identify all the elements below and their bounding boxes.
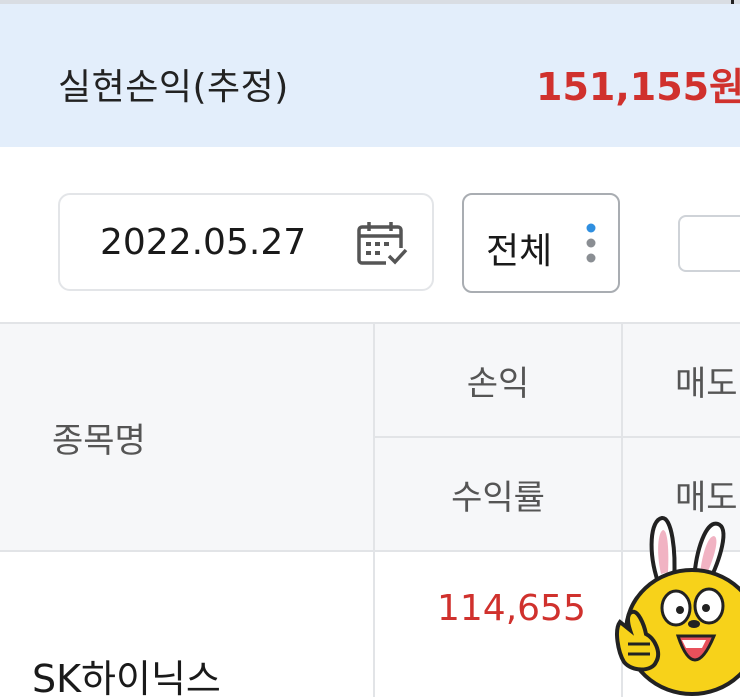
column-header-return-rate-label: 수익률 <box>451 477 545 518</box>
stock-name-cell: SK하이닉스 <box>32 657 221 697</box>
column-header-sell-1-label: 매도 <box>675 363 738 404</box>
pnl-cell: 114,655 <box>437 588 586 629</box>
realized-pnl-screen: 실현손익(추정) 151,155원 2022.05.27 전체 종목명 손익 수… <box>0 0 740 697</box>
summary-label: 실현손익(추정) <box>58 67 289 108</box>
summary-bar: 실현손익(추정) 151,155원 <box>0 4 740 147</box>
summary-value: 151,155원 <box>536 65 740 109</box>
column-divider-1 <box>373 322 375 697</box>
table-top-border <box>0 322 740 324</box>
date-value: 2022.05.27 <box>100 222 307 263</box>
option-checkbox[interactable] <box>678 215 740 272</box>
column-header-return-rate: 수익률 <box>375 438 621 550</box>
rabbit-mascot-icon <box>615 516 740 696</box>
category-select[interactable]: 전체 <box>462 193 620 293</box>
column-header-sell-1: 매도 <box>623 324 740 436</box>
category-select-value: 전체 <box>486 231 553 272</box>
column-header-stock-name: 종목명 <box>0 324 373 550</box>
kebab-icon <box>586 223 596 263</box>
column-header-pnl-label: 손익 <box>466 363 530 404</box>
date-picker-field[interactable]: 2022.05.27 <box>58 193 434 291</box>
calendar-icon[interactable] <box>356 221 408 267</box>
column-header-stock-name-label: 종목명 <box>52 420 146 461</box>
column-header-pnl: 손익 <box>375 324 621 436</box>
header-mid-divider <box>375 436 740 438</box>
